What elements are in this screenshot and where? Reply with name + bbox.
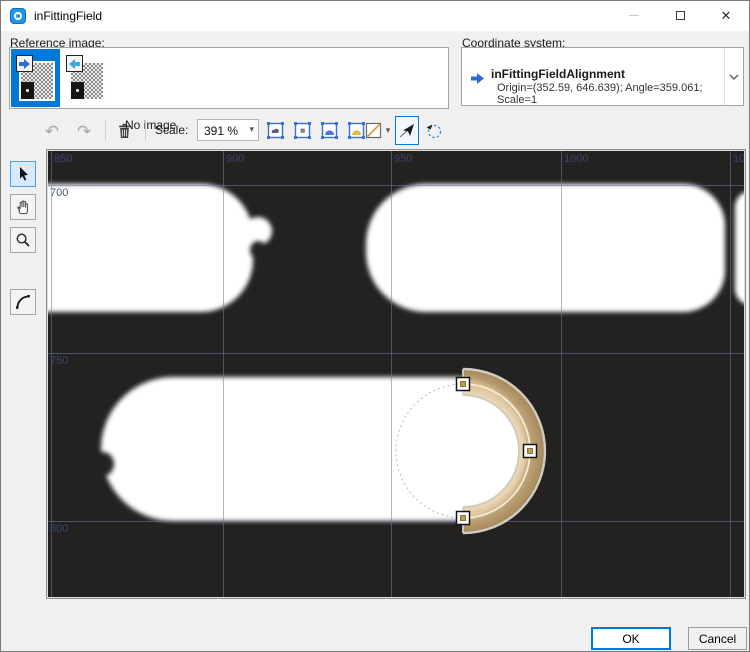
arrow-right-icon (16, 55, 33, 72)
canvas-toolbar: ↶ ↷ Scale: 391 % ▾ (1, 114, 749, 147)
app-icon (10, 8, 26, 24)
thumbnail-corner (71, 82, 84, 99)
reference-thumbnail-selected[interactable] (11, 49, 60, 107)
maximize-button[interactable] (657, 1, 703, 30)
minimize-button[interactable] (611, 1, 657, 30)
canvas-viewport[interactable]: 850 900 950 1000 105 700 750 800 (48, 151, 744, 597)
canvas-frame: 850 900 950 1000 105 700 750 800 (46, 149, 746, 599)
chevron-down-icon[interactable] (724, 48, 743, 105)
fit-width-blue-icon (320, 121, 339, 140)
tool-zoom-button[interactable] (10, 227, 36, 253)
toolbar-separator (105, 120, 106, 140)
ok-button[interactable]: OK (591, 627, 671, 650)
arc-annotation-overlay (48, 151, 744, 597)
hand-icon (15, 199, 31, 215)
no-fill-dropdown[interactable]: ▾ (383, 124, 393, 136)
fit-point-icon (293, 121, 312, 140)
fit-point-button[interactable] (290, 118, 314, 142)
coordinate-system-details: Origin=(352.59, 646.639); Angle=359.061;… (497, 82, 743, 106)
caret-down-icon: ▾ (386, 125, 391, 136)
close-button[interactable]: ✕ (703, 1, 749, 30)
fit-width-button[interactable] (317, 118, 341, 142)
window-title: inFittingField (34, 9, 102, 23)
thumbnail-corner (21, 82, 34, 99)
arc-handle-start[interactable] (457, 378, 470, 391)
edit-pointer-icon (399, 122, 416, 139)
close-icon: ✕ (721, 9, 732, 22)
thumbnail-image (19, 61, 55, 101)
no-fill-button[interactable] (363, 120, 383, 140)
tool-pan-button[interactable] (10, 194, 36, 220)
arc-handle-end[interactable] (457, 512, 470, 525)
coordinate-system-combo[interactable]: inFittingFieldAlignment Origin=(352.59, … (461, 47, 744, 106)
redo-icon: ↷ (77, 123, 91, 140)
trash-icon (117, 123, 132, 139)
rotation-center-button[interactable] (422, 119, 446, 143)
rotate-icon (424, 121, 444, 141)
tool-select-button[interactable] (10, 161, 36, 187)
reference-image-panel: No image (9, 47, 449, 109)
no-fill-icon (365, 122, 382, 139)
cancel-button[interactable]: Cancel (688, 627, 747, 650)
arrow-left-icon (66, 55, 83, 72)
title-bar: inFittingField ✕ (1, 1, 749, 31)
coordinate-system-name: inFittingFieldAlignment (491, 67, 625, 81)
caret-down-icon: ▾ (249, 124, 254, 135)
redo-button[interactable]: ↷ (73, 120, 95, 142)
scale-value: 391 % (204, 124, 238, 138)
arc-tool-icon (15, 294, 31, 310)
edit-pointer-toggle[interactable] (395, 116, 419, 145)
tool-arc-button[interactable] (10, 289, 36, 315)
magnifier-icon (15, 232, 31, 248)
coordinate-arrow-icon (471, 71, 484, 89)
cursor-arrow-icon (16, 166, 31, 182)
scale-label: Scale: (155, 123, 188, 137)
fit-selection-button[interactable] (263, 118, 287, 142)
thumbnail-image (69, 61, 105, 101)
fit-selection-icon (266, 121, 285, 140)
caption-buttons: ✕ (611, 1, 749, 30)
dialog-window: inFittingField ✕ Reference image: (0, 0, 750, 652)
scale-combo[interactable]: 391 % ▾ (197, 119, 259, 141)
delete-button[interactable] (113, 120, 135, 142)
undo-icon: ↶ (45, 123, 59, 140)
toolbar-separator (145, 120, 146, 140)
maximize-icon (676, 11, 685, 20)
arc-handle-mid[interactable] (524, 445, 537, 458)
undo-button[interactable]: ↶ (41, 120, 63, 142)
minimize-icon (629, 15, 639, 16)
reference-thumbnail-2[interactable] (61, 49, 110, 107)
